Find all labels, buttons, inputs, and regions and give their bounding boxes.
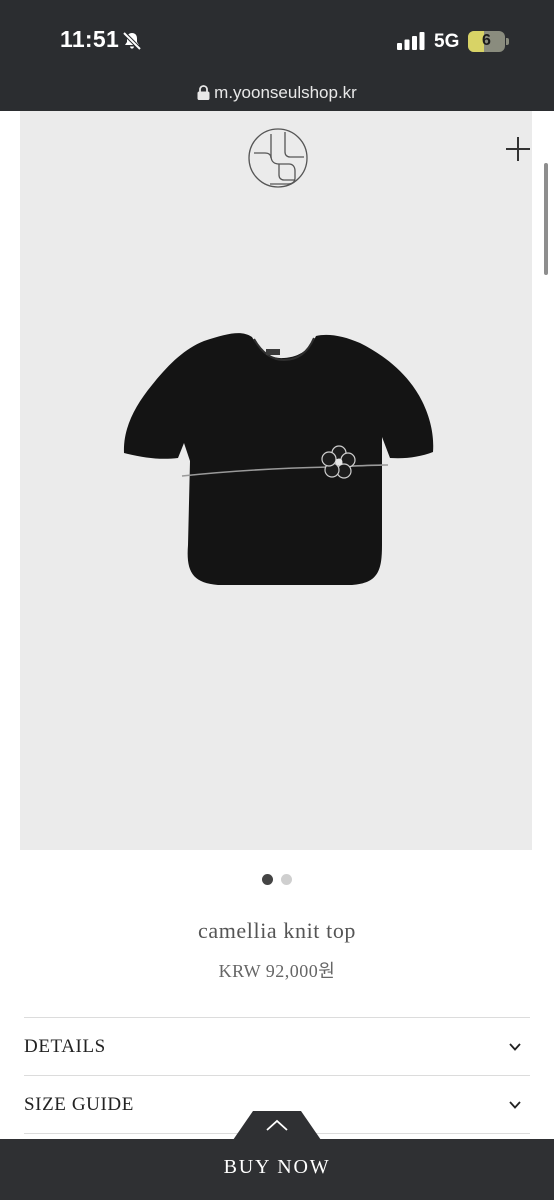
url-text: m.yoonseulshop.kr <box>214 83 357 102</box>
network-type: 5G <box>434 31 460 52</box>
product-image-gallery[interactable] <box>20 111 532 850</box>
status-time: 11:51 <box>60 26 120 52</box>
details-accordion[interactable]: DETAILS <box>24 1017 530 1075</box>
address-bar[interactable]: m.yoonseulshop.kr <box>0 83 554 103</box>
browser-top-bar: 11:51 5G 6 m.yoonseulshop.kr <box>0 0 554 111</box>
product-price: KRW 92,000원 <box>218 961 336 981</box>
pagination-dot-1[interactable] <box>262 874 273 885</box>
gallery-pagination <box>0 872 554 890</box>
buy-now-label: BUY NOW <box>223 1156 331 1178</box>
size-guide-label: SIZE GUIDE <box>24 1094 134 1115</box>
pagination-dot-2[interactable] <box>281 874 292 885</box>
brand-logo[interactable] <box>246 126 310 190</box>
bell-off-icon <box>122 31 142 51</box>
battery-icon: 6 <box>468 31 510 52</box>
product-name: camellia knit top <box>197 918 357 943</box>
details-label: DETAILS <box>24 1036 106 1057</box>
chevron-down-icon <box>509 1101 521 1109</box>
buy-panel-toggle[interactable] <box>233 1111 321 1140</box>
battery-level: 6 <box>482 32 491 49</box>
menu-plus-icon[interactable] <box>505 136 531 162</box>
lock-icon <box>197 85 210 100</box>
product-photo <box>123 333 434 585</box>
scrollbar-thumb[interactable] <box>544 163 548 275</box>
signal-bars-icon <box>397 32 425 50</box>
chevron-down-icon <box>509 1043 521 1051</box>
